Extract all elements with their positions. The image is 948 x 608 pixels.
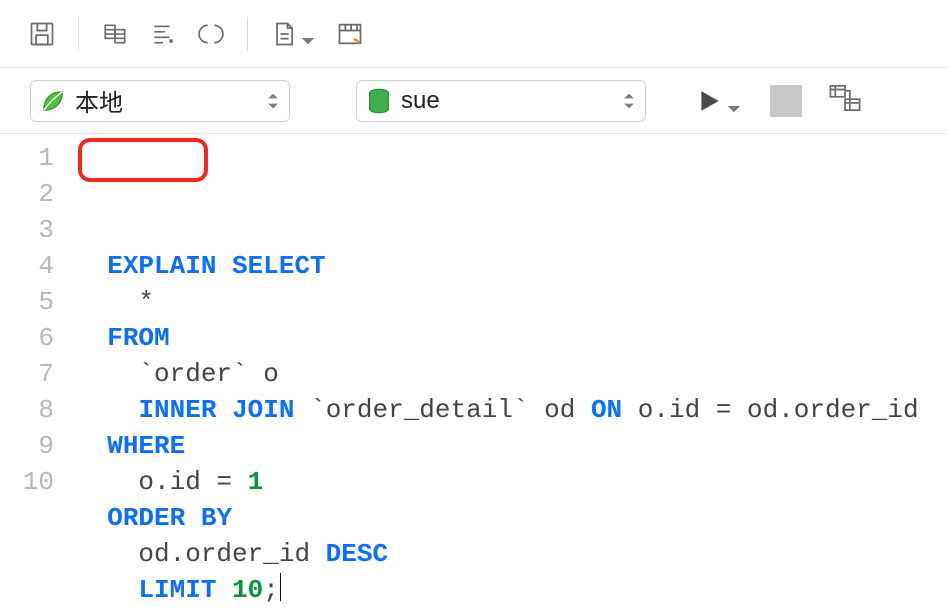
database-label: sue [401, 87, 623, 115]
code-line[interactable]: `order` o [76, 356, 948, 392]
connection-combo[interactable]: 本地 [30, 80, 290, 122]
line-number: 1 [0, 140, 54, 176]
code-line[interactable]: WHERE [76, 428, 948, 464]
save-icon[interactable] [18, 13, 66, 55]
code-line[interactable]: INNER JOIN `order_detail` od ON o.id = o… [76, 392, 948, 428]
sql-editor[interactable]: 12345678910 EXPLAIN SELECT * FROM `order… [0, 134, 948, 608]
line-number: 9 [0, 428, 54, 464]
layout-button[interactable] [828, 82, 862, 119]
line-number: 4 [0, 248, 54, 284]
main-toolbar [0, 0, 948, 68]
toolbar-separator [78, 17, 79, 51]
combo-stepper-icon [267, 91, 279, 111]
text-cursor [280, 573, 282, 601]
connection-label: 本地 [75, 83, 267, 118]
line-number: 6 [0, 320, 54, 356]
copy-tables-icon[interactable] [91, 13, 139, 55]
code-line[interactable]: od.order_id DESC [76, 536, 948, 572]
code-line[interactable]: FROM [76, 320, 948, 356]
chevron-down-icon[interactable] [728, 103, 740, 115]
parentheses-icon[interactable] [187, 13, 235, 55]
connection-toolbar: 本地 sue [0, 68, 948, 134]
explain-highlight [78, 138, 208, 182]
line-number: 7 [0, 356, 54, 392]
leaf-icon [39, 87, 67, 115]
line-number-gutter: 12345678910 [0, 140, 70, 608]
code-line[interactable]: ORDER BY [76, 500, 948, 536]
database-icon [365, 87, 393, 115]
stop-button[interactable] [770, 85, 802, 117]
toolbar-separator [247, 17, 248, 51]
line-number: 8 [0, 392, 54, 428]
new-query-icon[interactable] [260, 13, 308, 55]
line-number: 10 [0, 464, 54, 500]
code-line[interactable]: * [76, 284, 948, 320]
database-combo[interactable]: sue [356, 80, 646, 122]
code-line[interactable]: LIMIT 10; [76, 572, 948, 608]
code-line[interactable]: EXPLAIN SELECT [76, 248, 948, 284]
line-number: 5 [0, 284, 54, 320]
code-line[interactable]: o.id = 1 [76, 464, 948, 500]
combo-stepper-icon [623, 91, 635, 111]
run-button[interactable] [690, 82, 728, 120]
line-number: 3 [0, 212, 54, 248]
code-area[interactable]: EXPLAIN SELECT * FROM `order` o INNER JO… [70, 140, 948, 608]
format-sql-icon[interactable] [139, 13, 187, 55]
chevron-down-icon[interactable] [302, 35, 314, 47]
schedule-query-icon[interactable] [326, 13, 374, 55]
line-number: 2 [0, 176, 54, 212]
